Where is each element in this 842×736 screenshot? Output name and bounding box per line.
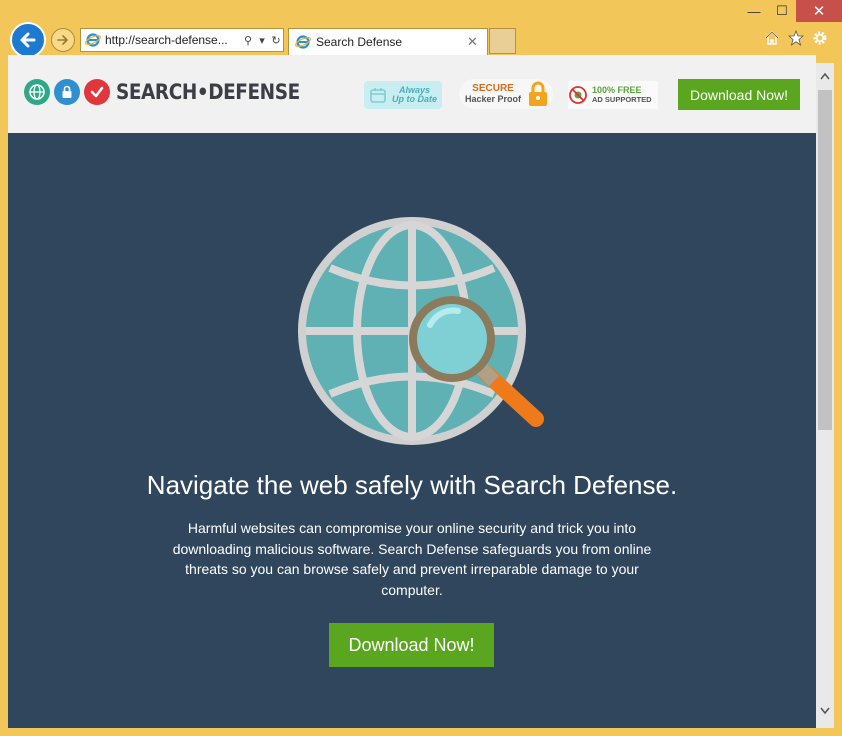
home-icon[interactable] xyxy=(764,30,780,46)
scroll-down-arrow-icon[interactable] xyxy=(816,698,834,724)
badge-free-text: 100% FREE AD SUPPORTED xyxy=(592,85,652,105)
site-header: SEARCH•DEFENSE Always Up to Date SECURE … xyxy=(8,55,816,133)
tab-title: Search Defense xyxy=(316,35,403,49)
main-download-button[interactable]: Download Now! xyxy=(329,623,494,667)
badge-always-up-to-date: Always Up to Date xyxy=(364,81,442,109)
logo-wordmark: SEARCH•DEFENSE xyxy=(116,80,300,104)
close-window-button[interactable]: ✕ xyxy=(796,0,842,22)
dropdown-icon[interactable]: ▾ xyxy=(255,34,269,47)
back-button[interactable] xyxy=(10,22,46,58)
ie-tab-icon xyxy=(295,35,311,49)
scroll-up-arrow-icon[interactable] xyxy=(816,63,834,89)
forward-icon xyxy=(57,35,68,45)
address-url[interactable]: http://search-defense... xyxy=(105,33,241,47)
site-logo[interactable]: SEARCH•DEFENSE xyxy=(24,79,325,105)
address-bar[interactable]: http://search-defense... ⚲ ▾ ↻ xyxy=(80,28,284,52)
browser-toolbar-right xyxy=(764,30,828,46)
refresh-icon[interactable]: ↻ xyxy=(269,34,283,47)
calendar-icon xyxy=(370,88,386,103)
checkmark-logo-icon xyxy=(84,79,110,105)
lock-logo-icon xyxy=(54,79,80,105)
no-virus-icon xyxy=(569,86,587,104)
badge-secure-line2: Hacker Proof xyxy=(464,94,522,104)
badge-secure-hacker-proof: SECURE Hacker Proof xyxy=(459,79,553,109)
globe-magnifier-illustration xyxy=(298,217,544,445)
badge-uptodate-text: Always Up to Date xyxy=(387,86,442,104)
badge-uptodate-line2: Up to Date xyxy=(392,94,437,104)
back-icon xyxy=(20,32,36,48)
page-headline: Navigate the web safely with Search Defe… xyxy=(146,470,678,500)
page-description: Harmful websites can compromise your onl… xyxy=(172,520,652,598)
header-download-button[interactable]: Download Now! xyxy=(678,79,800,110)
badge-secure-text: SECURE Hacker Proof xyxy=(459,83,527,105)
browser-window: — ☐ ✕ http://search-defense... ⚲ ▾ ↻ Sea… xyxy=(0,0,842,736)
badge-free-line1: 100% FREE xyxy=(592,85,642,95)
page-viewport: SEARCH•DEFENSE Always Up to Date SECURE … xyxy=(8,55,816,728)
forward-button[interactable] xyxy=(51,28,75,52)
badge-free-line2: AD SUPPORTED xyxy=(592,95,652,104)
minimize-button[interactable]: — xyxy=(740,0,768,22)
window-controls: — ☐ ✕ xyxy=(740,0,842,22)
globe-logo-icon xyxy=(24,79,50,105)
padlock-icon xyxy=(529,81,547,106)
settings-gear-icon[interactable] xyxy=(812,30,828,46)
ie-page-icon xyxy=(85,33,101,47)
search-icon[interactable]: ⚲ xyxy=(241,34,255,47)
vertical-scrollbar[interactable] xyxy=(816,63,834,728)
maximize-button[interactable]: ☐ xyxy=(768,0,796,22)
new-tab-button[interactable] xyxy=(489,28,516,54)
scrollbar-thumb[interactable] xyxy=(818,90,832,430)
favorites-star-icon[interactable] xyxy=(788,30,804,46)
close-tab-icon[interactable]: ✕ xyxy=(467,34,487,50)
badge-secure-line1: SECURE xyxy=(472,83,514,94)
tab-search-defense[interactable]: Search Defense ✕ xyxy=(288,28,488,55)
badge-100-free: 100% FREE AD SUPPORTED xyxy=(568,81,658,109)
